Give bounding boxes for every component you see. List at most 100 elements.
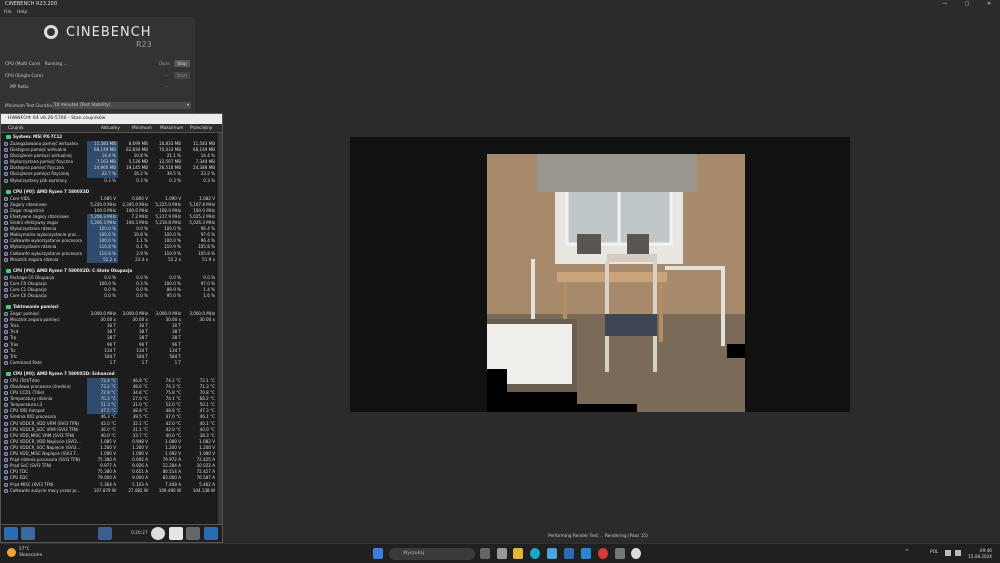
chip-icon [6,305,11,310]
sensor-row[interactable]: Core C6 Okupacja 0.0 % 0.0 % 95.0 % 1.6 % [1,293,218,299]
sensor-gauge-icon [4,221,8,226]
search-placeholder: Wyszukaj [403,551,425,556]
sensor-gauge-icon [4,415,8,420]
weather-sun-icon[interactable] [7,548,16,557]
sensor-max: 52.2 x [168,256,181,262]
volume-icon[interactable] [955,550,961,556]
sensor-current: 52.2 x [87,256,118,263]
sensor-gauge-icon [4,202,8,207]
maximize-button[interactable]: ▢ [956,0,978,9]
sensor-gauge-icon [4,324,8,329]
rendered-room-scene [487,154,745,412]
sensor-group[interactable]: CPU [#0]: AMD Ryzen 7 5800X3D: Enhanced [1,370,218,378]
sensor-gauge-icon [4,172,8,177]
search-box[interactable]: Wyszukaj [389,548,475,560]
close-icon[interactable] [204,527,218,540]
hwinfo-taskbar-icon[interactable] [564,548,574,559]
widgets-icon[interactable] [497,548,507,559]
multi-core-row: CPU (Multi Core) Running ... [5,62,68,67]
sensor-gauge-icon [4,142,8,146]
clock[interactable]: 09:46 15.08.2024 [968,548,992,560]
sensor-avg: 51.9 x [202,256,215,262]
cinebench-taskbar-icon[interactable] [631,548,641,559]
menu-help[interactable]: Help [17,10,27,15]
sensor-gauge-icon [4,318,8,323]
sensor-row[interactable]: Całkowite zużycie mocy przez pr... 107.87… [1,488,218,494]
sensor-min: 27.082 W [128,487,148,493]
menu-bar: File Help [0,9,1000,17]
start-button[interactable]: Start [174,72,190,79]
report-icon[interactable] [169,527,183,540]
language-indicator[interactable]: POL [930,550,938,555]
chevron-up-icon[interactable]: ^ [905,549,909,555]
file-explorer-icon[interactable] [513,548,523,559]
duration-select[interactable]: 10 minutes (Test Stability) ▾ [52,102,191,109]
col-min[interactable]: Minimum [132,124,152,133]
sensor-name: Core C6 Okupacja [10,292,47,298]
sensor-gauge-icon [4,482,8,487]
clock-date: 15.08.2024 [968,554,992,559]
sensor-gauge-icon [4,421,8,426]
hwinfo-title[interactable]: HWiNFO® 64 v6.26-5700 - Stan czujników [1,114,222,124]
duration-label: Minimum Test Duration [5,104,55,109]
multi-core-status: Running ... [44,62,68,67]
taskbar: 27°C Słonecznie Wyszukaj ^ POL 09:46 15.… [0,543,1000,563]
steam-icon[interactable] [581,548,591,559]
col-avg[interactable]: Przeciętny [190,124,212,133]
clock-icon[interactable] [151,527,165,540]
col-current[interactable]: Aktualny [101,124,120,133]
sensor-current: 0.3 % [104,177,116,183]
col-sensor[interactable]: Czujnik [8,124,24,133]
sensor-min: 0.0 % [136,292,148,298]
network-tray-icon[interactable] [945,550,951,556]
mp-ratio-value: --- [164,85,169,90]
sensor-list[interactable]: System: MSI PX-7C12 Zaangażowana pamięć w… [1,133,218,524]
sensor-gauge-icon [4,312,8,317]
sensor-row[interactable]: Command Rate 1 T 1 T 1 T [1,360,218,366]
col-max[interactable]: Maksimum [160,124,183,133]
menu-file[interactable]: File [4,10,12,15]
terminal-icon[interactable] [615,548,625,559]
sensor-gauge-icon [4,178,8,183]
chip-icon [6,371,11,376]
cinebench-logo-icon [44,25,58,39]
gear-icon[interactable] [186,527,200,540]
opera-icon[interactable] [598,548,608,559]
sensor-group-name: System: MSI PX-7C12 [13,134,63,139]
stop-button[interactable]: Stop [174,60,190,67]
sensor-group[interactable]: Taktowanie pamięci [1,303,218,311]
sensor-gauge-icon [4,391,8,396]
store-icon[interactable] [547,548,557,559]
render-image [487,154,745,412]
elapsed-timer: 0:20:27 [131,531,148,536]
sensor-row[interactable]: Wykorzystany plik wymiany 0.3 % 0.3 % 0.3 %… [1,178,218,184]
sensor-gauge-icon [4,439,8,444]
network-icon[interactable] [98,527,112,540]
close-button[interactable]: ✕ [978,0,1000,9]
weather-widget[interactable]: 27°C Słonecznie [19,547,42,558]
sensor-gauge-icon [4,154,8,159]
start-icon[interactable] [373,548,383,559]
task-view-icon[interactable] [480,548,490,559]
sensor-group[interactable]: System: MSI PX-7C12 [1,133,218,141]
sensor-row[interactable]: Mnożnik zegara rdzenia 52.2 x 23.4 x 52.2 x… [1,256,218,263]
multi-core-points: 0/pts [159,62,170,67]
sensor-gauge-icon [4,403,8,408]
expand-arrows-icon[interactable] [21,527,35,540]
sensor-current: 107.879 W [93,487,116,493]
sensor-gauge-icon [4,251,8,256]
sensor-gauge-icon [4,427,8,432]
window-controls: — ▢ ✕ [934,0,1000,9]
sensor-group[interactable]: CPU [#0]: AMD Ryzen 7 5800X3D: C-State O… [1,267,218,275]
cinebench-panel: CINEBENCH R23 CPU (Multi Core) Running .… [0,17,195,113]
sensor-gauge-icon [4,464,8,469]
sensor-name: Mnożnik zegara rdzenia [10,256,59,262]
sensor-gauge-icon [4,476,8,481]
chip-icon [6,268,11,273]
multi-core-label: CPU (Multi Core) [5,62,41,67]
scrollbar[interactable] [218,133,222,524]
sensor-group[interactable]: CPU [#0]: AMD Ryzen 7 5800X3D [1,188,218,196]
collapse-arrows-icon[interactable] [4,527,18,540]
minimize-button[interactable]: — [934,0,956,9]
edge-icon[interactable] [530,548,540,559]
